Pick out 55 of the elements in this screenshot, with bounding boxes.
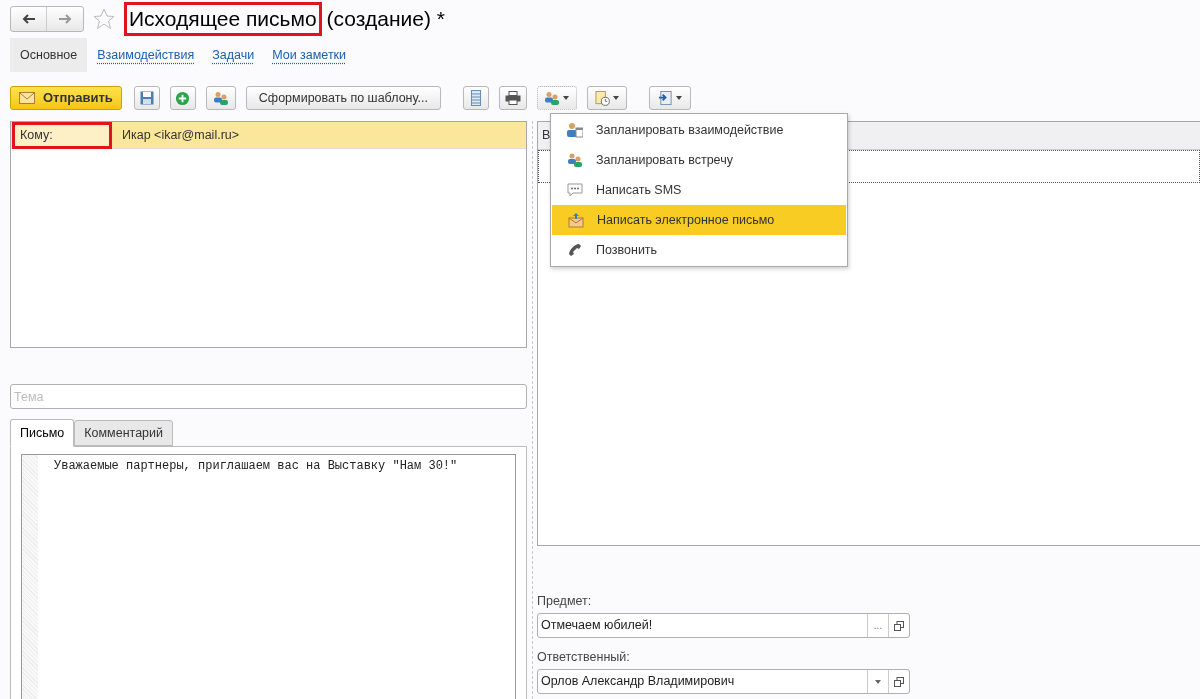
people-icon <box>567 152 583 168</box>
document-clock-button[interactable] <box>586 86 627 110</box>
section-tab[interactable]: Основное <box>10 38 88 72</box>
add-button[interactable] <box>169 86 196 110</box>
caret-icon <box>563 96 570 100</box>
people-icon <box>212 91 229 105</box>
list-button[interactable] <box>462 86 489 110</box>
recipient-row[interactable]: Кому: Икар <ikar@mail.ru> <box>11 122 526 149</box>
open-window-icon <box>894 676 904 687</box>
star-icon[interactable] <box>92 7 116 31</box>
menu-item[interactable]: Написать электронное письмо <box>552 205 846 235</box>
chat-bubble-icon <box>567 182 583 198</box>
body-tab[interactable]: Комментарий <box>74 420 173 446</box>
phone-icon <box>567 242 583 258</box>
body-editor[interactable]: Уважаемые партнеры, приглашаем вас на Выставку "Нам 30!" <box>21 454 516 699</box>
plus-circle-icon <box>175 90 191 106</box>
column-header: В <box>542 127 551 145</box>
body-text: Уважаемые партнеры, приглашаем вас на Выставку "Нам 30!" <box>54 458 458 475</box>
create-related-button[interactable] <box>536 86 577 110</box>
recipient-address: Икар <ikar@mail.ru> <box>122 126 240 144</box>
template-button[interactable]: Сформировать по шаблону... <box>245 86 441 110</box>
envelope-upload-icon <box>568 212 584 228</box>
body-tab[interactable]: Письмо <box>10 419 75 447</box>
caret-icon <box>675 96 682 100</box>
field-label: Предмет: <box>537 594 593 609</box>
menu-item[interactable]: Запланировать взаимодействие <box>551 115 847 145</box>
printer-icon <box>504 91 521 105</box>
forward-arrow-icon <box>58 14 72 24</box>
caret-icon <box>612 96 619 100</box>
open-window-icon <box>894 620 904 631</box>
section-tab[interactable]: Взаимодействия <box>89 38 203 72</box>
envelope-icon <box>19 92 35 104</box>
field-label: Ответственный: <box>537 650 631 665</box>
window-title: Исходящее письмо <box>124 2 322 36</box>
select-button[interactable]: ... <box>867 614 888 637</box>
export-button[interactable] <box>648 86 691 110</box>
people-calendar-icon <box>567 122 583 138</box>
window-title-suffix: (создание) * <box>326 6 445 33</box>
menu-item[interactable]: Позвонить <box>551 235 847 265</box>
choice-field[interactable]: Отмечаем юбилей! <box>538 616 867 635</box>
back-arrow-icon <box>21 14 36 24</box>
caret-icon <box>875 679 881 684</box>
save-button[interactable] <box>133 86 160 110</box>
contacts-button[interactable] <box>205 86 236 110</box>
document-clock-icon <box>594 90 610 106</box>
menu-item[interactable]: Запланировать встречу <box>551 145 847 175</box>
subject-input-field[interactable]: Тема <box>10 384 527 409</box>
send-button[interactable]: Отправить <box>10 86 122 110</box>
menu-item[interactable]: Написать SMS <box>551 175 847 205</box>
section-tab[interactable]: Мои заметки <box>264 38 355 72</box>
people-icon <box>544 91 561 105</box>
section-tab[interactable]: Задачи <box>204 38 263 72</box>
print-button[interactable] <box>498 86 527 110</box>
recipient-type: Кому: <box>12 121 112 149</box>
list-icon <box>470 90 481 106</box>
